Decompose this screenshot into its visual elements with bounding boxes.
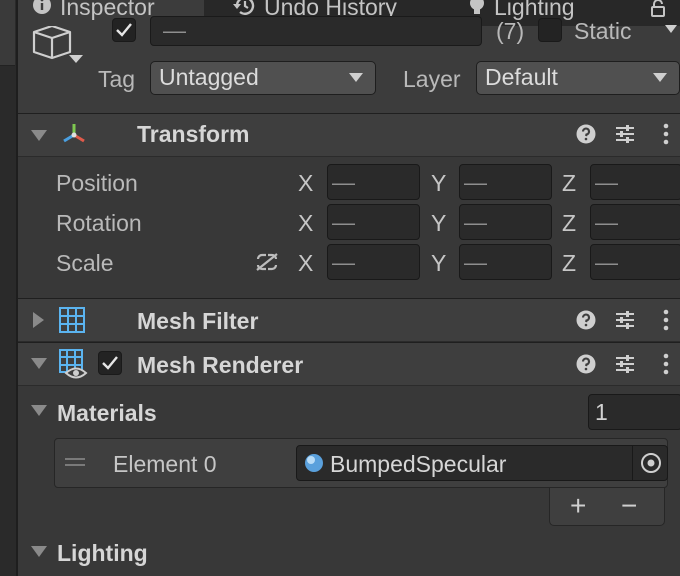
tag-dropdown[interactable]: Untagged xyxy=(150,61,376,95)
position-label: Position xyxy=(56,170,138,196)
scale-z-field[interactable]: — xyxy=(590,244,680,280)
checkmark-icon xyxy=(102,356,118,370)
history-icon xyxy=(232,0,256,17)
mesh-renderer-icon xyxy=(58,348,90,380)
z-axis-label: Z xyxy=(562,250,577,276)
element-label: Element 0 xyxy=(113,451,217,477)
kebab-menu-icon[interactable] xyxy=(662,309,670,331)
field-value: — xyxy=(595,249,618,275)
foldout-expanded-icon[interactable] xyxy=(31,130,47,141)
lighting-section-label: Lighting xyxy=(57,540,148,566)
object-name-field[interactable]: — xyxy=(150,16,482,46)
mesh-grid-icon xyxy=(58,306,86,334)
icon-dropdown-caret[interactable] xyxy=(68,54,84,64)
presets-icon[interactable] xyxy=(614,309,636,331)
field-value: — xyxy=(332,169,355,195)
tab-label: Inspector xyxy=(60,0,155,20)
remove-element-button[interactable]: − xyxy=(621,490,637,522)
field-value: — xyxy=(332,209,355,235)
rotation-x-field[interactable]: — xyxy=(327,204,420,240)
kebab-menu-icon[interactable] xyxy=(662,123,670,145)
object-count: (7) xyxy=(496,18,525,44)
foldout-collapsed-icon[interactable] xyxy=(33,312,44,328)
x-axis-label: X xyxy=(298,210,314,236)
chevron-down-icon xyxy=(653,73,667,82)
position-z-field[interactable]: — xyxy=(590,164,680,200)
scale-x-field[interactable]: — xyxy=(327,244,420,280)
add-element-button[interactable]: + xyxy=(570,490,586,522)
target-icon xyxy=(641,453,661,473)
material-value: BumpedSpecular xyxy=(330,451,507,477)
layer-dropdown[interactable]: Default xyxy=(476,61,680,95)
z-axis-label: Z xyxy=(562,210,577,236)
y-axis-label: Y xyxy=(431,210,447,236)
lock-icon[interactable] xyxy=(650,0,666,18)
mesh-renderer-title: Mesh Renderer xyxy=(137,352,304,378)
checkmark-icon xyxy=(116,23,132,37)
field-value: 1 xyxy=(595,399,608,425)
help-icon[interactable] xyxy=(576,310,596,330)
field-value: — xyxy=(464,249,487,275)
field-value: — xyxy=(595,169,618,195)
static-checkbox[interactable] xyxy=(538,18,562,42)
transform-icon xyxy=(60,121,88,147)
left-panel-segment xyxy=(0,0,15,66)
rotation-y-field[interactable]: — xyxy=(459,204,552,240)
object-picker-button[interactable] xyxy=(632,446,668,480)
static-dropdown-icon[interactable] xyxy=(664,24,678,34)
left-panel-edge xyxy=(0,0,16,576)
y-axis-label: Y xyxy=(431,170,447,196)
presets-icon[interactable] xyxy=(614,353,636,375)
help-icon[interactable] xyxy=(576,124,596,144)
scale-y-field[interactable]: — xyxy=(459,244,552,280)
help-icon[interactable] xyxy=(576,354,596,374)
x-axis-label: X xyxy=(298,170,314,196)
rotation-label: Rotation xyxy=(56,210,142,236)
active-checkbox[interactable] xyxy=(112,18,136,42)
tag-label: Tag xyxy=(98,66,136,92)
drag-handle-icon[interactable] xyxy=(64,456,86,468)
list-add-remove-footer xyxy=(549,488,665,526)
field-value: — xyxy=(464,169,487,195)
y-axis-label: Y xyxy=(431,250,447,276)
foldout-expanded-icon[interactable] xyxy=(31,358,47,369)
field-value: — xyxy=(464,209,487,235)
scale-label: Scale xyxy=(56,250,114,276)
constrain-proportions-icon[interactable] xyxy=(254,251,280,273)
layer-value: Default xyxy=(485,64,558,90)
field-value: — xyxy=(595,209,618,235)
position-y-field[interactable]: — xyxy=(459,164,552,200)
mesh-renderer-enabled-checkbox[interactable] xyxy=(98,351,122,375)
materials-foldout-icon[interactable] xyxy=(31,405,47,416)
position-x-field[interactable]: — xyxy=(327,164,420,200)
x-axis-label: X xyxy=(298,250,314,276)
materials-count-field[interactable]: 1 xyxy=(588,394,680,430)
tag-value: Untagged xyxy=(159,64,259,90)
presets-icon[interactable] xyxy=(614,123,636,145)
field-value: — xyxy=(332,249,355,275)
transform-title: Transform xyxy=(137,121,250,147)
materials-label: Materials xyxy=(57,400,157,426)
rotation-z-field[interactable]: — xyxy=(590,204,680,240)
mesh-filter-title: Mesh Filter xyxy=(137,308,259,334)
static-label: Static xyxy=(574,18,632,44)
object-name-value: — xyxy=(163,17,186,43)
info-icon xyxy=(32,0,52,15)
chevron-down-icon xyxy=(349,73,363,82)
z-axis-label: Z xyxy=(562,170,577,196)
lighting-foldout-icon[interactable] xyxy=(31,546,47,557)
lightbulb-icon xyxy=(468,0,486,17)
layer-label: Layer xyxy=(403,66,461,92)
kebab-menu-icon[interactable] xyxy=(662,353,670,375)
material-sphere-icon xyxy=(304,453,324,473)
